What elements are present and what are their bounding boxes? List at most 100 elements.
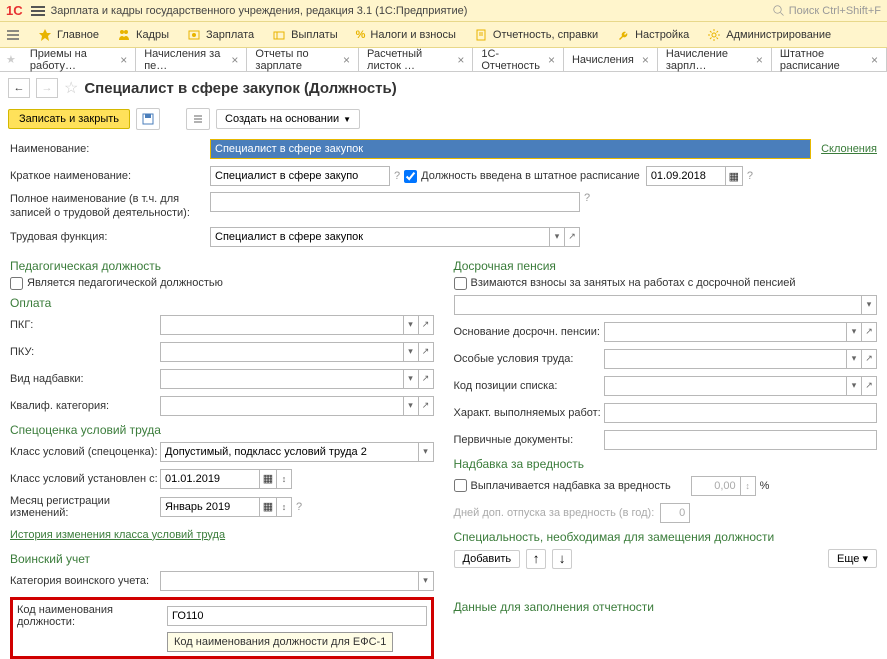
tab-2[interactable]: Отчеты по зарплате× [247, 48, 359, 71]
close-icon[interactable]: × [120, 53, 127, 67]
short-input[interactable] [210, 166, 390, 186]
vypl-check[interactable]: Выплачивается надбавка за вредность [454, 479, 671, 492]
calendar-icon[interactable]: ▦ [725, 166, 743, 186]
vzimat-check[interactable]: Взимаются взносы за занятых на работах с… [454, 277, 878, 290]
dropdown-icon[interactable]: ▾ [403, 369, 419, 389]
open-icon[interactable]: ↗ [861, 376, 877, 396]
forward-button[interactable]: → [36, 78, 58, 98]
open-icon[interactable]: ↗ [418, 315, 434, 335]
open-icon[interactable]: ↗ [861, 349, 877, 369]
close-icon[interactable]: × [871, 53, 878, 67]
name-input[interactable] [210, 139, 811, 159]
help-icon[interactable]: ? [296, 501, 302, 513]
close-icon[interactable]: × [642, 53, 649, 67]
close-icon[interactable]: × [343, 53, 350, 67]
dropdown-icon[interactable]: ▾ [403, 342, 419, 362]
nav-zarplata[interactable]: Зарплата [187, 28, 254, 42]
gear-icon [707, 28, 721, 42]
app-logo: 1C [6, 3, 23, 18]
pedag-check[interactable]: Является педагогической должностью [10, 277, 434, 290]
nav-vyplaty[interactable]: Выплаты [272, 28, 337, 42]
tab-6[interactable]: Начисление зарпл…× [658, 48, 772, 71]
kodpoz-label: Код позиции списка: [454, 380, 604, 392]
more-button[interactable]: Еще ▾ [828, 549, 877, 568]
kvalif-input[interactable] [160, 396, 404, 416]
pkg-input[interactable] [160, 315, 404, 335]
dropdown-icon[interactable]: ▾ [846, 322, 862, 342]
nav-kadry[interactable]: Кадры [117, 28, 169, 42]
close-icon[interactable]: × [548, 53, 555, 67]
add-button[interactable]: Добавить [454, 550, 521, 568]
nav-nastroika[interactable]: Настройка [616, 28, 689, 42]
schedule-date-input[interactable] [646, 166, 726, 186]
osobye-input[interactable] [604, 349, 848, 369]
nav-main[interactable]: Главное [38, 28, 99, 42]
dropdown-icon[interactable]: ▾ [861, 295, 877, 315]
help-icon[interactable]: ? [747, 170, 753, 182]
spec-title: Спецоценка условий труда [10, 423, 434, 437]
favorite-toggle[interactable]: ☆ [64, 78, 78, 98]
vrednost-value [691, 476, 741, 496]
open-icon[interactable]: ↗ [418, 369, 434, 389]
open-icon[interactable]: ↗ [418, 342, 434, 362]
voin-cat-input[interactable] [160, 571, 419, 591]
tab-5[interactable]: Начисления× [564, 48, 658, 71]
kharakt-input[interactable] [604, 403, 878, 423]
pku-input[interactable] [160, 342, 404, 362]
back-button[interactable]: ← [8, 78, 30, 98]
nav-admin[interactable]: Администрирование [707, 28, 831, 42]
stepper-icon[interactable]: ↕ [276, 497, 292, 517]
dropdown-icon[interactable]: ▾ [418, 442, 434, 462]
down-button[interactable]: ↓ [552, 549, 572, 569]
close-icon[interactable]: × [231, 53, 238, 67]
calendar-icon[interactable]: ▦ [259, 497, 277, 517]
favorites-icon[interactable]: ★ [0, 48, 22, 71]
nav-nalogi[interactable]: %Налоги и взносы [356, 29, 456, 41]
dropdown-icon[interactable]: ▾ [549, 227, 565, 247]
burger-nav-icon[interactable] [6, 28, 20, 42]
open-icon[interactable]: ↗ [861, 322, 877, 342]
menu-icon[interactable] [31, 4, 45, 18]
kodpoz-input[interactable] [604, 376, 848, 396]
calendar-icon[interactable]: ▦ [259, 469, 277, 489]
dropdown-icon[interactable]: ▾ [846, 376, 862, 396]
save-close-button[interactable]: Записать и закрыть [8, 109, 130, 129]
tab-4[interactable]: 1С-Отчетность× [473, 48, 564, 71]
close-icon[interactable]: × [457, 53, 464, 67]
nav-otchet[interactable]: Отчетность, справки [474, 28, 598, 42]
up-button[interactable]: ↑ [526, 549, 546, 569]
search-box[interactable]: Поиск Ctrl+Shift+F [773, 5, 881, 17]
tab-7[interactable]: Штатное расписание× [772, 48, 887, 71]
list-button[interactable] [186, 108, 210, 130]
dropdown-icon[interactable]: ▾ [403, 315, 419, 335]
stepper-icon[interactable]: ↕ [276, 469, 292, 489]
func-input[interactable] [210, 227, 550, 247]
month-input[interactable] [160, 497, 260, 517]
func-label: Трудовая функция: [10, 231, 210, 243]
dropdown-icon[interactable]: ▾ [418, 571, 434, 591]
dropdown-icon[interactable]: ▾ [403, 396, 419, 416]
close-icon[interactable]: × [756, 53, 763, 67]
tab-3[interactable]: Расчетный листок …× [359, 48, 473, 71]
dropdown-icon[interactable]: ▾ [846, 349, 862, 369]
save-button[interactable] [136, 108, 160, 130]
class-input[interactable] [160, 442, 419, 462]
open-icon[interactable]: ↗ [418, 396, 434, 416]
pervich-input[interactable] [604, 430, 878, 450]
tab-1[interactable]: Начисления за пе…× [136, 48, 247, 71]
in-schedule-check[interactable]: Должность введена в штатное расписание [404, 170, 640, 183]
full-input[interactable] [210, 192, 580, 212]
nadbavka-input[interactable] [160, 369, 404, 389]
osnovanie-input[interactable] [604, 322, 848, 342]
declension-link[interactable]: Склонения [821, 143, 877, 155]
date-input[interactable] [160, 469, 260, 489]
help-icon[interactable]: ? [584, 192, 590, 204]
history-link[interactable]: История изменения класса условий труда [10, 529, 225, 541]
code-input[interactable] [167, 606, 427, 626]
open-icon[interactable]: ↗ [564, 227, 580, 247]
tab-0[interactable]: Приемы на работу…× [22, 48, 136, 71]
create-based-button[interactable]: Создать на основании▼ [216, 109, 360, 129]
voin-cat-label: Категория воинского учета: [10, 575, 160, 587]
pension-top-input[interactable] [454, 295, 863, 315]
help-icon[interactable]: ? [394, 170, 400, 182]
